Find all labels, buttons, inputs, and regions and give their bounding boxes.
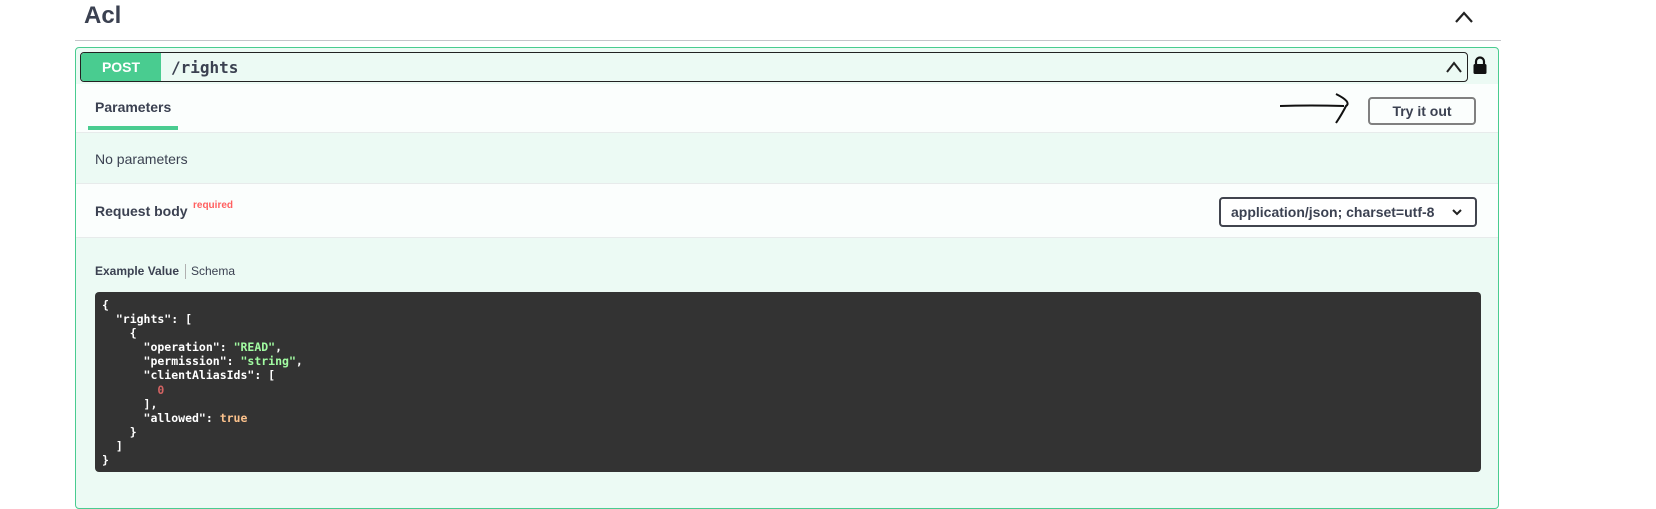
- operation-summary[interactable]: POST /rights: [80, 52, 1468, 82]
- tab-parameters[interactable]: Parameters: [95, 99, 171, 115]
- example-json: { "rights": [ { "operation": "READ", "pe…: [95, 292, 1481, 473]
- tab-divider: [185, 264, 186, 279]
- chevron-up-icon[interactable]: [1453, 8, 1475, 26]
- chevron-down-icon: [1452, 209, 1462, 216]
- arrow-icon: [1280, 93, 1349, 124]
- code-line: 0: [157, 382, 165, 397]
- try-it-out-button[interactable]: Try it out: [1368, 97, 1476, 125]
- code-line: "clientAliasIds": [: [102, 368, 276, 383]
- code-line: ],: [102, 396, 158, 411]
- required-badge: required: [193, 200, 234, 211]
- code-line: {: [102, 298, 109, 312]
- code-line: }: [102, 424, 137, 439]
- code-line: {: [102, 326, 137, 341]
- code-line: }: [102, 453, 109, 468]
- no-parameters-text: No parameters: [95, 151, 188, 167]
- code-line: ]: [102, 438, 123, 453]
- tab-schema[interactable]: Schema: [191, 264, 235, 278]
- content-type-value: application/json; charset=utf-8: [1231, 204, 1435, 220]
- request-body-title: Request body: [95, 203, 188, 219]
- chevron-up-icon[interactable]: [1445, 59, 1463, 75]
- content-type-select[interactable]: application/json; charset=utf-8: [1219, 197, 1477, 227]
- code-line: "permission": "string",: [102, 354, 303, 369]
- operation-path: /rights: [171, 58, 239, 77]
- lock-icon[interactable]: [1472, 56, 1488, 76]
- tab-underline: [88, 126, 178, 130]
- tag-title: Acl: [84, 2, 122, 29]
- tag-header[interactable]: Acl: [75, 0, 1501, 41]
- method-badge: POST: [81, 53, 161, 81]
- code-line: "allowed": true: [102, 410, 248, 425]
- code-line: "operation": "READ",: [102, 340, 283, 355]
- code-line: "rights": [: [102, 312, 193, 327]
- example-code-block[interactable]: { "rights": [ { "operation": "READ", "pe…: [95, 292, 1481, 472]
- tab-example-value[interactable]: Example Value: [95, 264, 179, 278]
